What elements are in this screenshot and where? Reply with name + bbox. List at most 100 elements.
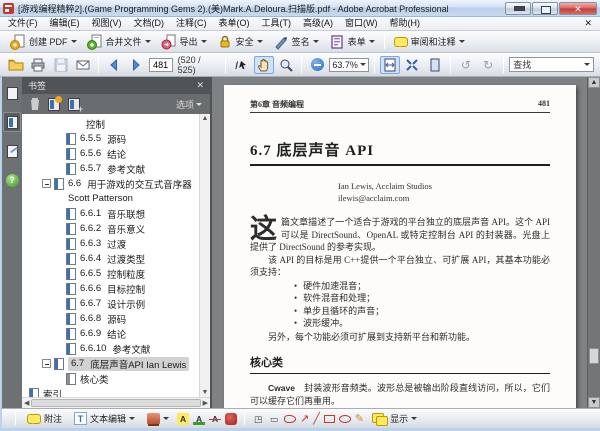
text-box-tool-icon[interactable]: ▭ — [268, 413, 280, 425]
menu-window[interactable]: 窗口(W) — [339, 17, 384, 30]
menu-comments[interactable]: 注释(C) — [170, 17, 213, 30]
bookmark-item-selected[interactable]: 6.7 底层声音API Ian Lewis — [24, 356, 199, 371]
oval-tool-icon[interactable] — [338, 414, 351, 423]
bookmark-item[interactable]: 6.6.1 音乐联想 — [24, 206, 199, 221]
rectangle-tool-icon[interactable] — [323, 414, 335, 423]
scroll-left-icon[interactable]: ◀ — [24, 399, 29, 408]
tab-how-to[interactable]: ? — [3, 170, 21, 190]
scroll-up-icon[interactable]: ▲ — [202, 114, 209, 123]
callout-tool-icon[interactable]: ◳ — [252, 413, 264, 425]
menu-document[interactable]: 文档(D) — [128, 17, 171, 30]
find-combo[interactable] — [509, 57, 594, 72]
actual-size-button[interactable] — [402, 56, 422, 74]
bookmark-item[interactable]: 6.5.5 源码 — [24, 131, 199, 146]
document-vertical-scrollbar[interactable]: ▲ ▼ — [587, 77, 600, 408]
sign-button[interactable]: 签名 — [269, 32, 323, 52]
tab-comments[interactable] — [3, 141, 21, 161]
stamp-button[interactable] — [143, 411, 173, 426]
bookmark-item[interactable]: 6.6 用于游戏的交互式音序器 — [24, 176, 199, 191]
bookmark-item[interactable]: 6.6.10 参考文献 — [24, 341, 199, 356]
scroll-up-icon[interactable]: ▲ — [588, 77, 600, 88]
bookmark-item[interactable]: 索引 — [24, 386, 199, 397]
find-input[interactable] — [513, 59, 584, 70]
menu-tools[interactable]: 工具(T) — [256, 17, 298, 30]
expand-current-bookmark-icon[interactable] — [48, 95, 62, 111]
fit-page-button[interactable] — [424, 56, 444, 74]
page-number-input[interactable] — [148, 57, 173, 72]
scroll-down-icon[interactable]: ▼ — [588, 397, 600, 408]
scroll-down-icon[interactable]: ▼ — [202, 388, 209, 397]
open-file-button[interactable] — [6, 56, 26, 74]
rotate-left-button[interactable]: ↺ — [456, 56, 476, 74]
sticky-note-button[interactable]: 附注 — [23, 410, 66, 427]
zoom-level-combo[interactable]: 63.7% — [329, 57, 369, 72]
minimize-button[interactable] — [505, 1, 531, 15]
select-tool-icon: I — [235, 60, 247, 72]
select-tool-button[interactable]: I — [231, 56, 251, 74]
bookmark-item[interactable]: 6.5.7 参考文献 — [24, 161, 199, 176]
bookmark-item[interactable]: 6.6.5 控制粒度 — [24, 266, 199, 281]
section-title: 6.7 底层声音 API — [250, 143, 375, 159]
next-page-button[interactable] — [126, 56, 146, 74]
attach-file-icon[interactable] — [225, 412, 238, 425]
scrollbar-thumb[interactable] — [31, 399, 201, 407]
tab-pages[interactable] — [3, 83, 21, 103]
close-panel-icon[interactable]: ✕ — [196, 80, 204, 91]
line-tool-icon[interactable]: ╱ — [313, 413, 320, 425]
delete-bookmark-icon[interactable] — [30, 98, 40, 110]
bookmark-item[interactable]: 6.6.8 源码 — [24, 311, 199, 326]
email-button[interactable] — [73, 56, 93, 74]
secure-button[interactable]: 安全 — [213, 32, 267, 52]
bookmark-item[interactable]: 6.6.7 设计示例 — [24, 296, 199, 311]
tab-bookmarks[interactable] — [3, 112, 21, 132]
underline-text-icon[interactable]: A — [193, 413, 206, 425]
print-button[interactable] — [28, 56, 48, 74]
bookmark-item[interactable]: 控制 — [24, 116, 199, 131]
close-button[interactable] — [559, 1, 597, 15]
review-comment-button[interactable]: 审阅和注释 — [390, 33, 469, 50]
rotate-right-button[interactable]: ↻ — [478, 56, 498, 74]
bookmark-item[interactable]: 6.6.4 过渡类型 — [24, 251, 199, 266]
menu-view[interactable]: 视图(V) — [86, 17, 128, 30]
bookmark-item[interactable]: 6.5.6 结论 — [24, 146, 199, 161]
menu-advanced[interactable]: 高级(A) — [297, 17, 339, 30]
arrow-tool-icon[interactable]: ↗ — [300, 413, 309, 425]
collapse-icon[interactable] — [42, 179, 51, 188]
collapse-icon[interactable] — [42, 359, 51, 368]
show-menu-button[interactable]: 显示 — [368, 410, 421, 427]
options-menu[interactable]: 选项 — [176, 98, 202, 111]
previous-page-button[interactable] — [104, 56, 124, 74]
bookmark-item[interactable]: 6.6.2 音乐意义 — [24, 221, 199, 236]
bookmark-item[interactable]: 6.6.9 结论 — [24, 326, 199, 341]
text-edits-button[interactable]: T 文本编辑 — [70, 410, 139, 427]
menu-edit[interactable]: 编辑(E) — [44, 17, 86, 30]
scroll-right-icon[interactable]: ▶ — [203, 399, 208, 408]
highlight-text-icon[interactable]: A — [177, 412, 190, 425]
combine-files-button[interactable]: 合并文件 — [83, 32, 155, 52]
scrollbar-thumb[interactable] — [589, 347, 599, 364]
pencil-tool-icon[interactable]: ✎ — [355, 413, 364, 425]
hand-tool-button[interactable] — [253, 55, 274, 74]
tree-horizontal-scrollbar[interactable]: ◀ ▶ — [22, 397, 210, 408]
menu-forms[interactable]: 表单(O) — [213, 17, 256, 30]
close-document-icon[interactable]: ✕ — [584, 18, 592, 29]
fit-width-button[interactable] — [379, 55, 401, 74]
scrollbar-track[interactable] — [588, 88, 600, 397]
zoom-marquee-button[interactable] — [276, 56, 296, 74]
create-pdf-button[interactable]: 创建 PDF — [6, 32, 81, 52]
new-bookmark-icon[interactable] — [68, 97, 83, 114]
cloud-tool-icon[interactable] — [284, 414, 297, 423]
cross-out-text-icon[interactable]: A — [209, 413, 222, 425]
tree-vertical-scrollbar[interactable]: ▲ ▼ — [199, 114, 210, 397]
bookmark-item[interactable]: 6.6.6 目标控制 — [24, 281, 199, 296]
bookmark-item[interactable]: 核心类 — [24, 371, 199, 386]
forms-button[interactable]: 表单 — [325, 32, 379, 52]
menu-help[interactable]: 帮助(H) — [384, 17, 427, 30]
save-button[interactable] — [51, 56, 71, 74]
menu-file[interactable]: 文件(F) — [2, 17, 44, 30]
zoom-out-button[interactable] — [307, 56, 327, 74]
export-button[interactable]: 导出 — [157, 32, 211, 52]
bookmark-item-continuation[interactable]: Scott Patterson — [24, 191, 199, 206]
restore-button[interactable] — [532, 1, 558, 15]
bookmark-item[interactable]: 6.6.3 过渡 — [24, 236, 199, 251]
